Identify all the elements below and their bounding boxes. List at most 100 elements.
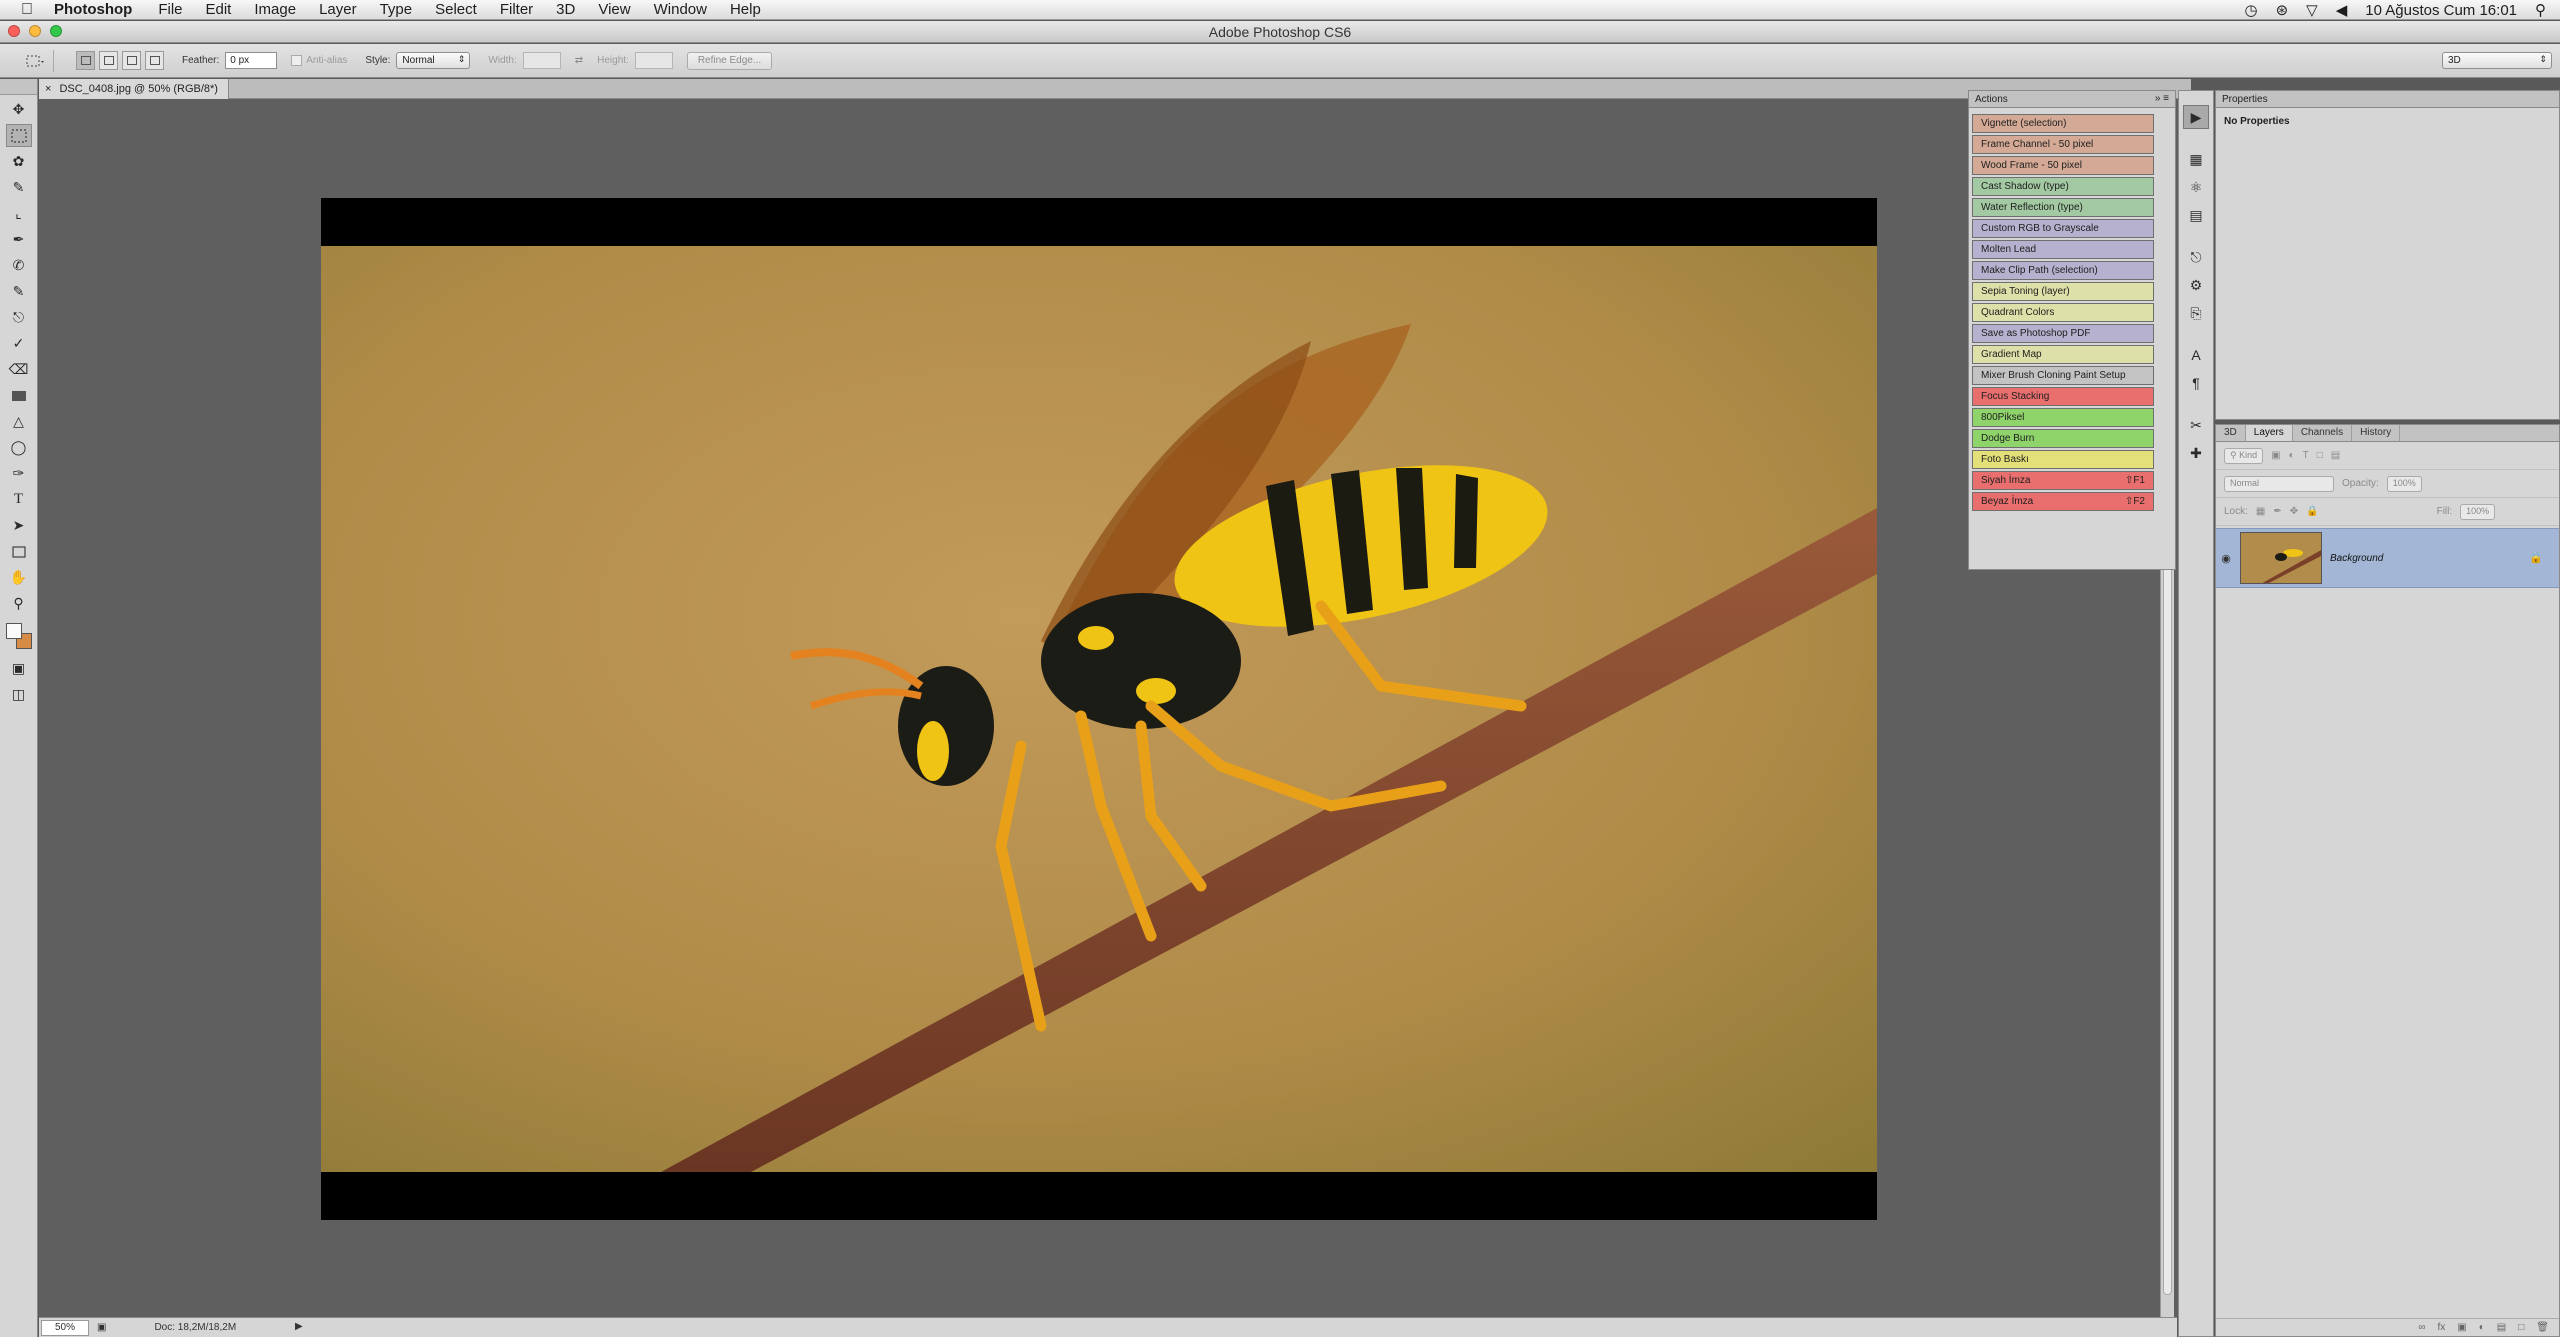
action-button[interactable]: Dodge Burn [1972, 429, 2154, 448]
gradient-tool-icon[interactable] [6, 384, 32, 407]
lock-position-icon[interactable]: ✥ [2290, 506, 2298, 517]
layer-row-background[interactable]: ◉ Background 🔒 [2216, 528, 2559, 588]
dodge-tool-icon[interactable]: ◯ [6, 436, 32, 459]
time-machine-icon[interactable]: ◷ [2244, 1, 2257, 19]
new-group-icon[interactable]: ▤ [2497, 1322, 2506, 1333]
lock-all-icon[interactable]: 🔒 [2306, 506, 2318, 517]
action-button[interactable]: Quadrant Colors [1972, 303, 2154, 322]
menu-view[interactable]: View [598, 1, 630, 18]
style-select[interactable]: Normal [396, 52, 471, 69]
wifi-icon[interactable]: ▽ [2306, 1, 2318, 19]
filter-type-icon[interactable]: T [2303, 450, 2309, 461]
document-tab[interactable]: × DSC_0408.jpg @ 50% (RGB/8*) [39, 79, 229, 99]
clone-source-icon[interactable]: ⎘ [2183, 301, 2209, 325]
healing-brush-tool-icon[interactable]: ✆ [6, 254, 32, 277]
action-button[interactable]: Gradient Map [1972, 345, 2154, 364]
action-button[interactable]: Save as Photoshop PDF [1972, 324, 2154, 343]
layer-style-icon[interactable]: fx [2438, 1322, 2446, 1333]
bluetooth-icon[interactable]: ⊛ [2276, 1, 2289, 19]
fill-field[interactable]: 100% [2460, 503, 2496, 520]
foreground-color-swatch[interactable] [5, 623, 22, 639]
screen-mode-icon[interactable]: ◫ [6, 683, 32, 706]
action-button[interactable]: Siyah İmza ⇧F1 [1972, 471, 2154, 490]
menu-datetime[interactable]: 10 Ağustos Cum 16:01 [2365, 2, 2517, 19]
actions-panel-toggle-icon[interactable]: ▶ [2183, 105, 2209, 129]
width-input[interactable] [522, 52, 561, 69]
menu-select[interactable]: Select [435, 1, 477, 18]
new-adjustment-icon[interactable]: ◐ [2479, 1322, 2485, 1333]
lasso-tool-icon[interactable]: ✿ [6, 150, 32, 173]
lock-transparent-icon[interactable]: ▦ [2256, 506, 2265, 517]
action-button[interactable]: 800Piksel [1972, 408, 2154, 427]
tab-layers[interactable]: Layers [2245, 425, 2293, 441]
zoom-tool-icon[interactable]: ⚲ [6, 592, 32, 615]
action-button[interactable]: Custom RGB to Grayscale [1972, 219, 2154, 238]
action-button[interactable]: Frame Channel - 50 pixel [1972, 135, 2154, 154]
tab-history[interactable]: History [2352, 425, 2401, 441]
path-selection-tool-icon[interactable]: ➤ [6, 514, 32, 537]
minimize-window-button[interactable] [29, 25, 41, 37]
quick-selection-tool-icon[interactable]: ✎ [6, 176, 32, 199]
type-tool-icon[interactable]: T [6, 488, 32, 511]
new-layer-icon[interactable]: □ [2518, 1322, 2524, 1333]
tab-3d[interactable]: 3D [2216, 425, 2246, 441]
action-button[interactable]: Focus Stacking [1972, 387, 2154, 406]
action-button[interactable]: Foto Baskı [1972, 450, 2154, 469]
feather-input[interactable]: 0 px [225, 52, 278, 69]
3d-panel-icon[interactable]: ⚛ [2183, 175, 2209, 199]
history-brush-tool-icon[interactable]: ✓ [6, 332, 32, 355]
crop-tool-icon[interactable]: ⌞ [6, 202, 32, 225]
lock-image-icon[interactable]: ✒ [2273, 506, 2281, 517]
histogram-icon[interactable]: ▤ [2183, 203, 2209, 227]
tools-panel-grip[interactable] [0, 79, 37, 95]
swap-dimensions-icon[interactable]: ⇄ [575, 55, 583, 66]
menu-edit[interactable]: Edit [206, 1, 232, 18]
menu-help[interactable]: Help [730, 1, 761, 18]
canvas-area[interactable] [39, 99, 2191, 1317]
rectangle-tool-icon[interactable] [6, 540, 32, 563]
subtract-from-selection-button[interactable] [122, 51, 141, 70]
mini-bridge-icon[interactable]: ▦ [2183, 147, 2209, 171]
properties-panel-title[interactable]: Properties [2222, 94, 2268, 105]
action-button[interactable]: Wood Frame - 50 pixel [1972, 156, 2154, 175]
filter-smart-object-icon[interactable]: ▤ [2331, 450, 2340, 461]
filter-shape-icon[interactable]: □ [2317, 450, 2323, 461]
menu-layer[interactable]: Layer [319, 1, 357, 18]
filter-pixel-icon[interactable]: ▣ [2271, 450, 2280, 461]
volume-icon[interactable]: ◀ [2336, 1, 2348, 19]
action-button[interactable]: Vignette (selection) [1972, 114, 2154, 133]
action-button[interactable]: Molten Lead [1972, 240, 2154, 259]
menu-window[interactable]: Window [654, 1, 707, 18]
anti-alias-checkbox[interactable] [291, 55, 303, 66]
rectangular-marquee-tool-icon[interactable] [5, 124, 32, 147]
height-input[interactable] [634, 52, 673, 69]
menu-3d[interactable]: 3D [556, 1, 575, 18]
add-to-selection-button[interactable] [99, 51, 118, 70]
menu-file[interactable]: File [158, 1, 182, 18]
action-button[interactable]: Mixer Brush Cloning Paint Setup [1972, 366, 2154, 385]
character-panel-icon[interactable]: A [2183, 343, 2209, 367]
actions-panel-title[interactable]: Actions [1975, 94, 2008, 105]
paragraph-panel-icon[interactable]: ¶ [2183, 371, 2209, 395]
blend-mode-select[interactable]: Normal [2224, 475, 2334, 492]
layer-name[interactable]: Background [2330, 553, 2383, 564]
tool-presets-icon[interactable]: ⚙ [2183, 273, 2209, 297]
intersect-selection-button[interactable] [145, 51, 164, 70]
add-mask-icon[interactable]: ▣ [2457, 1322, 2466, 1333]
refine-edge-button[interactable]: Refine Edge... [686, 51, 773, 70]
eraser-tool-icon[interactable]: ⌫ [6, 358, 32, 381]
measurement-icon[interactable]: ✚ [2183, 441, 2209, 465]
action-button[interactable]: Beyaz İmza ⇧F2 [1972, 492, 2154, 511]
pen-tool-icon[interactable]: ✑ [6, 462, 32, 485]
layer-visibility-eye-icon[interactable]: ◉ [2216, 552, 2236, 565]
move-tool-icon[interactable]: ✥ [6, 98, 32, 121]
tab-channels[interactable]: Channels [2293, 425, 2353, 441]
action-button[interactable]: Sepia Toning (layer) [1972, 282, 2154, 301]
action-button[interactable]: Make Clip Path (selection) [1972, 261, 2154, 280]
menu-image[interactable]: Image [254, 1, 296, 18]
action-button[interactable]: Water Reflection (type) [1972, 198, 2154, 217]
document-image[interactable] [321, 198, 1877, 1220]
action-button[interactable]: Cast Shadow (type) [1972, 177, 2154, 196]
quick-mask-icon[interactable]: ▣ [6, 657, 32, 680]
blur-tool-icon[interactable]: △ [6, 410, 32, 433]
